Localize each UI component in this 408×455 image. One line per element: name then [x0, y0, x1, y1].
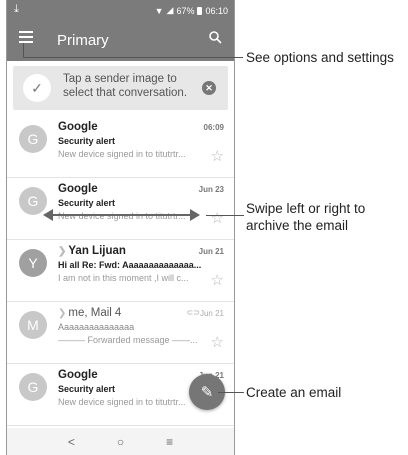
email-snippet: I am not in this moment ,I will c... — [58, 273, 189, 283]
star-icon[interactable]: ☆ — [211, 209, 224, 227]
star-icon[interactable]: ☆ — [211, 333, 224, 351]
avatar[interactable]: G — [19, 125, 47, 153]
callout-swipe-text: Swipe left or right to archive the email — [246, 200, 365, 234]
swipe-arrow-left-head — [43, 209, 53, 221]
signal-icon: ◢ — [166, 5, 174, 15]
sender-name: Google — [58, 183, 98, 195]
menu-icon[interactable] — [19, 31, 33, 45]
sender-name: Google — [58, 121, 98, 133]
star-icon[interactable]: ☆ — [211, 271, 224, 289]
phone-screen: ⤓ ▼ ◢ 67% 06:10 Primary ✓ Tap a sender i… — [6, 0, 235, 455]
email-row[interactable]: Y ❯ Yan Lijuan Jun 21 Hi all Re: Fwd: Aaa… — [7, 240, 234, 302]
email-subject: Security alert — [58, 136, 116, 146]
avatar[interactable]: G — [19, 373, 47, 401]
sender-name-text: Yan Lijuan — [68, 245, 126, 257]
sender-name: ❯ Yan Lijuan — [58, 245, 126, 257]
attachment-icon: ⊂⊃ — [186, 308, 200, 317]
importance-icon: ❯ — [58, 308, 67, 319]
search-icon[interactable] — [209, 31, 222, 49]
callout-swipe-line: Swipe left or right to — [246, 201, 366, 216]
email-subject: Security alert — [58, 384, 116, 394]
email-snippet: New device signed in to titutrtr... — [58, 397, 186, 407]
avatar[interactable]: M — [19, 311, 47, 339]
sender-name: Google — [58, 369, 98, 381]
email-subject: Aaaaaaaaaaaaaaa — [58, 322, 135, 332]
callout-line — [206, 215, 244, 216]
email-date: 06:09 — [203, 123, 224, 132]
callout-line — [23, 43, 24, 57]
back-icon[interactable]: < — [68, 435, 75, 449]
swipe-arrow — [50, 214, 192, 216]
home-icon[interactable]: ○ — [117, 435, 124, 449]
callout-options-text: See options and settings — [246, 50, 394, 65]
tip-text: Tap a sender image to select that conver… — [63, 72, 187, 100]
app-bar: Primary — [7, 21, 234, 61]
email-date: Jun 21 — [198, 247, 224, 256]
swipe-arrow-right-head — [190, 209, 200, 221]
sender-name: ❯ me, Mail 4 — [58, 307, 121, 319]
wifi-icon: ▼ — [154, 5, 164, 16]
check-icon: ✓ — [23, 74, 51, 102]
star-icon[interactable]: ☆ — [211, 147, 224, 165]
tip-text-line: select that conversation. — [63, 87, 188, 99]
thread-count: 4 — [114, 307, 122, 319]
email-row[interactable]: G Google 06:09 Security alert New device… — [7, 116, 234, 178]
recents-icon[interactable]: ≡ — [166, 435, 173, 449]
callout-swipe-line: archive the email — [246, 218, 349, 233]
callout-line — [23, 57, 243, 58]
close-icon[interactable]: ✕ — [202, 81, 216, 95]
email-date: Jun 23 — [198, 185, 224, 194]
battery-icon — [197, 6, 203, 15]
email-date: Jun 21 — [199, 309, 224, 318]
pencil-icon: ✎ — [200, 384, 214, 401]
battery-percent: 67% — [176, 5, 195, 16]
tip-card: ✓ Tap a sender image to select that conv… — [13, 66, 228, 110]
callout-line — [218, 392, 244, 393]
email-snippet: New device signed in to titutrtr... — [58, 211, 186, 221]
avatar[interactable]: Y — [19, 249, 47, 277]
callout-create-text: Create an email — [246, 385, 342, 400]
clock: 06:10 — [205, 5, 228, 16]
email-snippet: New device signed in to titutrtr... — [58, 149, 186, 159]
tip-text-line: Tap a sender image to — [63, 73, 177, 85]
page-title: Primary — [57, 32, 109, 49]
system-nav-bar: < ○ ≡ — [7, 428, 234, 455]
status-bar: ⤓ ▼ ◢ 67% 06:10 — [7, 0, 234, 21]
importance-icon: ❯ — [58, 246, 67, 257]
email-snippet: ——— Forwarded message ——... — [58, 335, 198, 345]
sender-name-text: me, Mail — [68, 307, 112, 319]
email-row[interactable]: M ❯ me, Mail 4 ⊂⊃ Jun 21 Aaaaaaaaaaaaaaa —… — [7, 302, 234, 364]
download-icon: ⤓ — [14, 3, 19, 15]
email-subject: Security alert — [58, 198, 116, 208]
email-subject: Hi all Re: Fwd: Aaaaaaaaaaaaaa... — [58, 260, 202, 270]
